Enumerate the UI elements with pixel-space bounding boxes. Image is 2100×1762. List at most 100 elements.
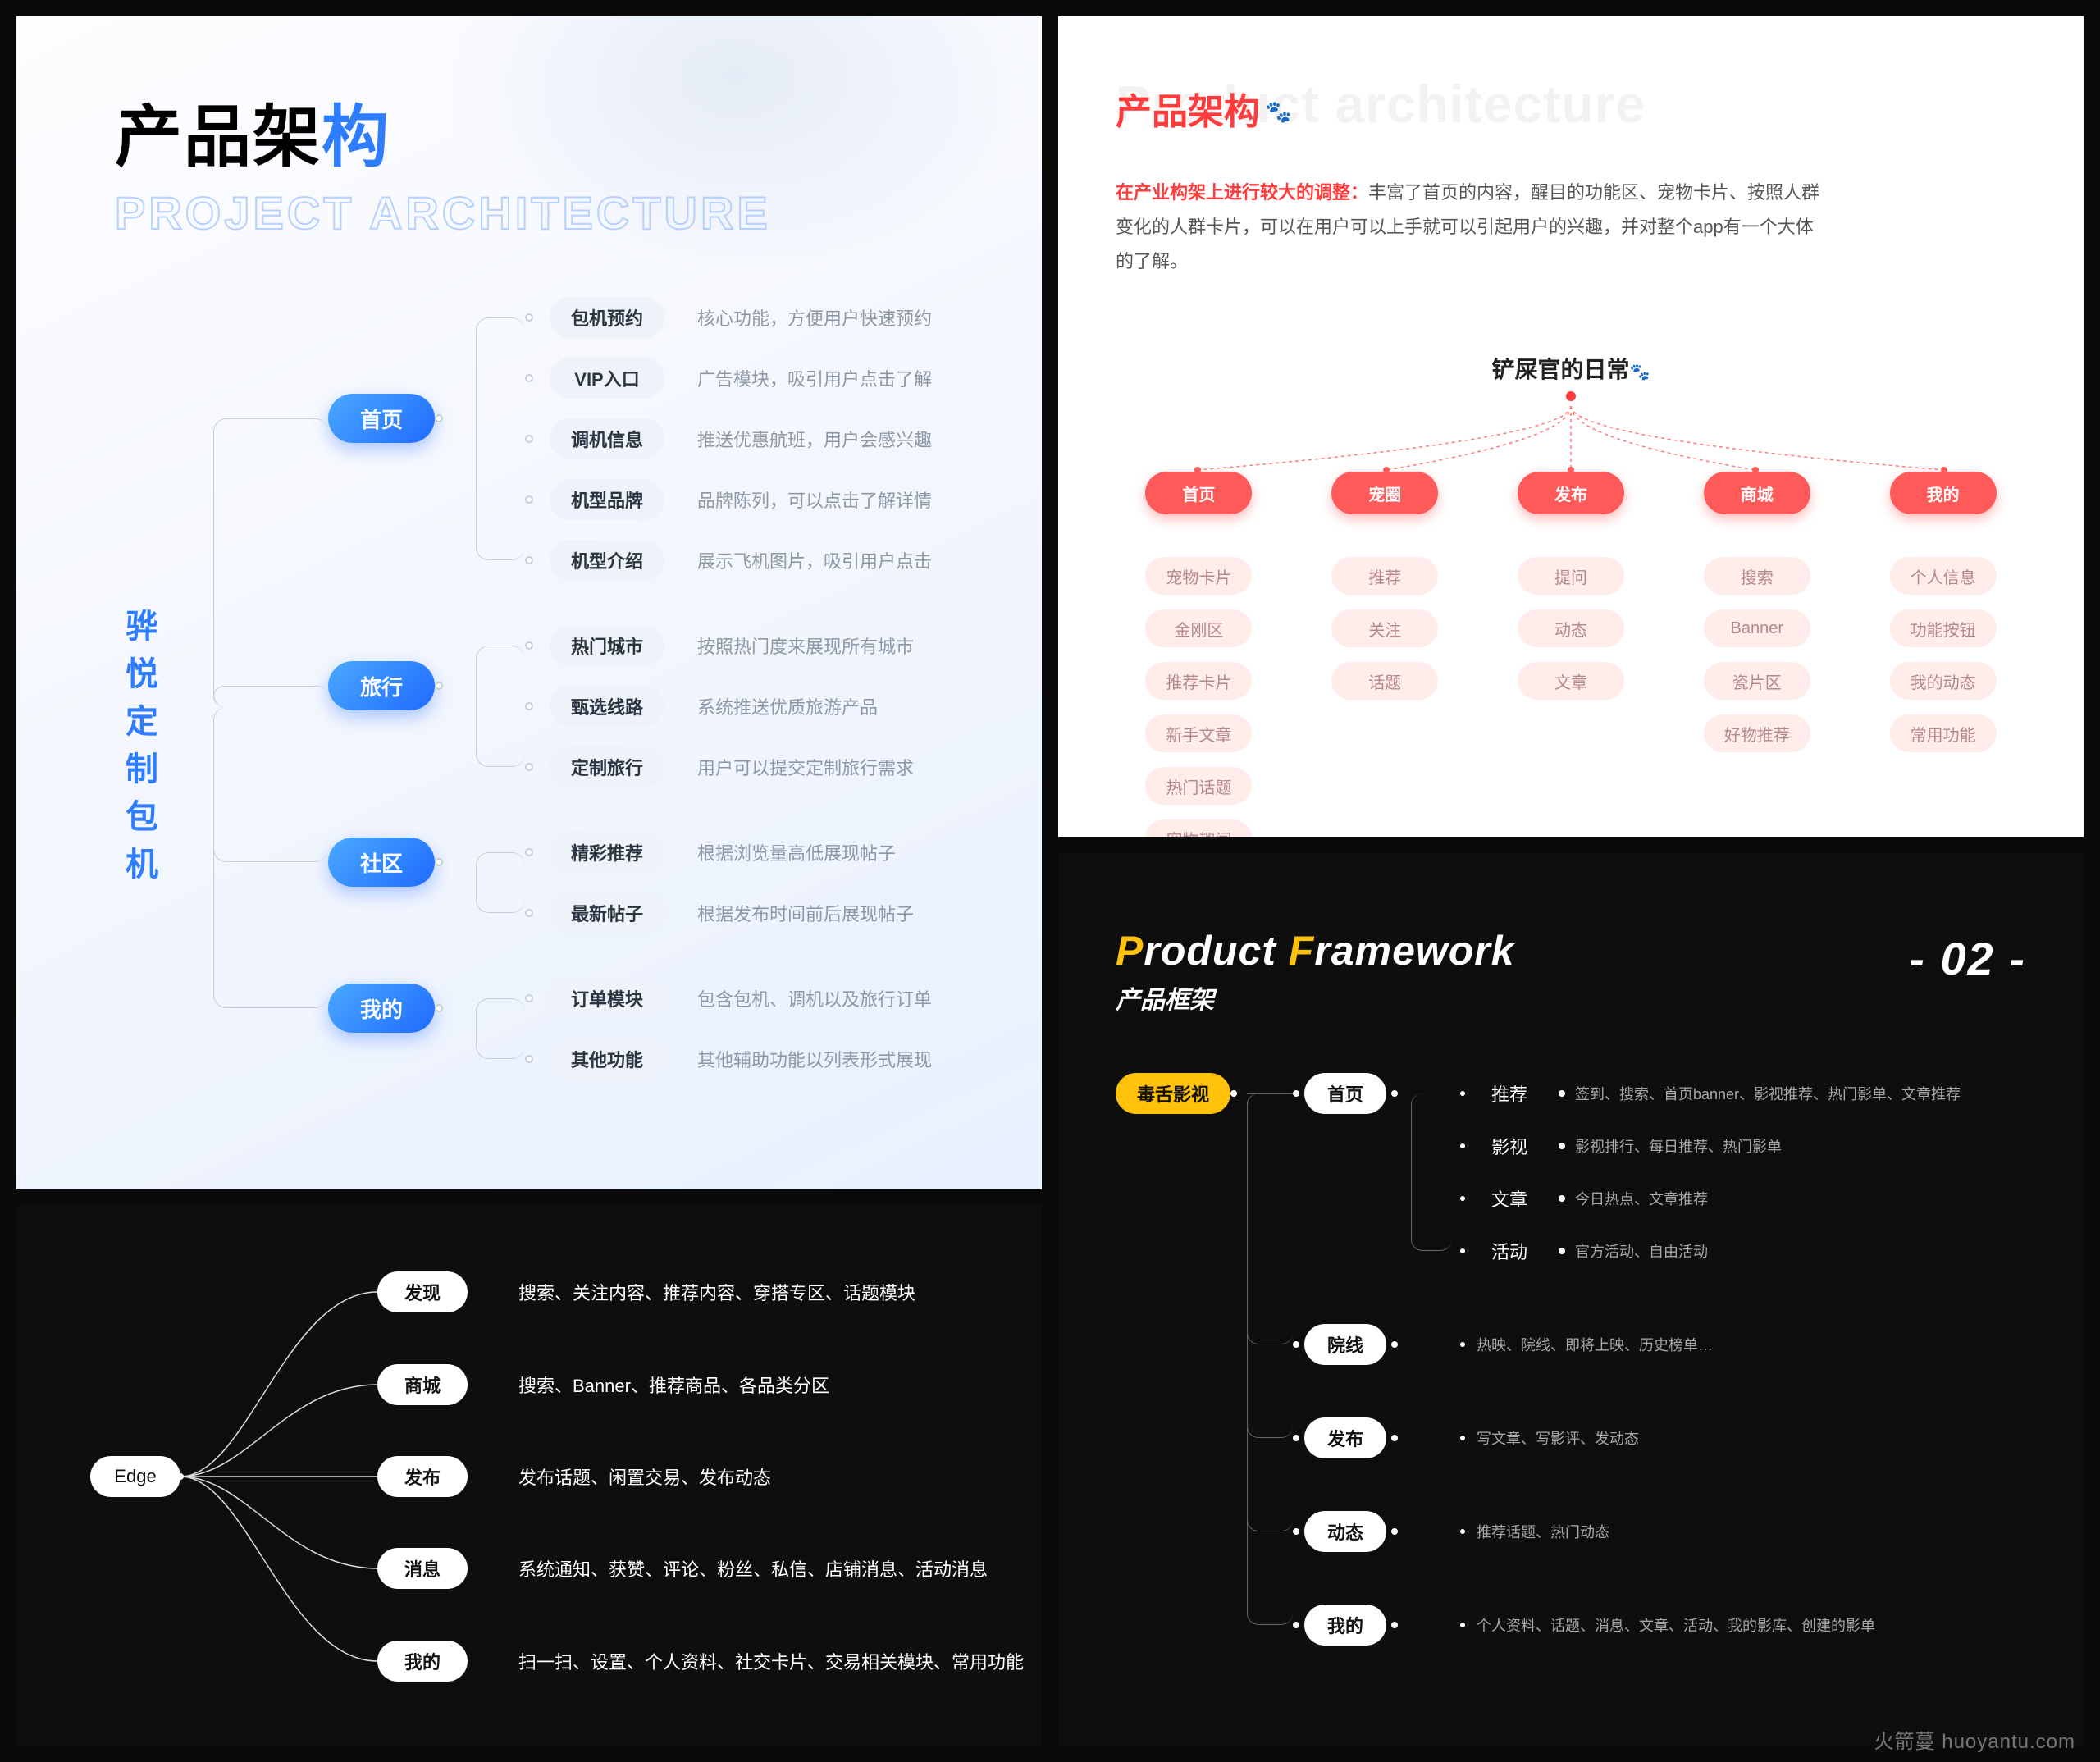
dot-icon xyxy=(1391,1435,1398,1441)
dot-icon xyxy=(435,414,443,422)
q1-leaf: 机型介绍 xyxy=(550,540,664,581)
q1-leaf-desc: 用户可以提交定制旅行需求 xyxy=(697,746,914,787)
wire xyxy=(1411,1093,1452,1251)
dot-icon xyxy=(525,313,533,322)
q4-title-y2: F xyxy=(1289,928,1315,974)
wire xyxy=(476,317,525,560)
q2-col-item: 推荐卡片 xyxy=(1145,662,1252,700)
q1-leaf: 最新帖子 xyxy=(550,892,664,933)
q4-leaf: 活动 xyxy=(1470,1230,1549,1271)
q2-col-item: 推荐 xyxy=(1331,557,1438,595)
q2-col-item: 常用功能 xyxy=(1890,714,1997,752)
q2-column: 发布提问动态文章 xyxy=(1488,472,1655,837)
q2-title: 产品架构🐾 xyxy=(1116,82,2026,135)
dot-icon xyxy=(525,848,533,856)
dot-icon xyxy=(435,858,443,866)
q3-category: 商城 xyxy=(377,1364,468,1405)
dot-icon xyxy=(1230,1090,1237,1097)
dot-icon xyxy=(525,994,533,1002)
q1-leaf-desc: 根据发布时间前后展现帖子 xyxy=(697,892,914,933)
q2-col-item: 话题 xyxy=(1331,662,1438,700)
panel-black-framework: Product Framework 产品框架 - 02 - 毒舌影视 首页推荐签… xyxy=(1058,853,2084,1746)
q1-leaf-desc: 包含包机、调机以及旅行订单 xyxy=(697,978,932,1019)
q4-desc: 影视排行、每日推荐、热门影单 xyxy=(1575,1125,1782,1166)
q4-subtitle: 产品框架 xyxy=(1116,979,2026,1016)
dot-icon xyxy=(1391,1622,1398,1628)
q2-col-item: 个人信息 xyxy=(1890,557,1997,595)
dot-icon xyxy=(1391,1090,1398,1097)
bullet-icon xyxy=(1460,1248,1465,1253)
q3-desc: 搜索、关注内容、推荐内容、穿搭专区、话题模块 xyxy=(518,1271,915,1312)
q3-connectors xyxy=(172,1271,386,1682)
q1-leaf: 定制旅行 xyxy=(550,746,664,787)
q2-fan-lines xyxy=(1116,406,2026,472)
wire xyxy=(476,852,525,913)
q2-columns: 首页宠物卡片金刚区推荐卡片新手文章热门话题宠物趣闻宠圈推荐关注话题发布提问动态文… xyxy=(1116,472,2026,837)
dot-icon xyxy=(1391,1528,1398,1535)
q4-category: 发布 xyxy=(1304,1417,1386,1458)
q3-desc: 系统通知、获赞、评论、粉丝、私信、店铺消息、活动消息 xyxy=(518,1548,988,1589)
q2-col-item: 宠物卡片 xyxy=(1145,557,1252,595)
dot-icon xyxy=(1293,1341,1299,1348)
q3-category: 我的 xyxy=(377,1641,468,1682)
q2-paragraph: 在产业构架上进行较大的调整：丰富了首页的内容，醒目的功能区、宠物卡片、按照人群变… xyxy=(1116,176,1821,278)
q4-desc: 官方活动、自由活动 xyxy=(1575,1230,1708,1271)
q1-title-blue: 构 xyxy=(322,100,390,175)
dot-icon xyxy=(525,641,533,650)
q3-desc: 搜索、Banner、推荐商品、各品类分区 xyxy=(518,1364,829,1405)
q2-title-text: 产品架构 xyxy=(1116,92,1260,132)
q1-leaf: 其他功能 xyxy=(550,1038,664,1080)
dot-icon xyxy=(1293,1435,1299,1441)
q2-col-item: 热门话题 xyxy=(1145,767,1252,805)
bullet-icon xyxy=(1460,1196,1465,1201)
dot-icon xyxy=(1559,1248,1565,1254)
q2-col-head: 首页 xyxy=(1145,472,1252,514)
q2-col-head: 宠圈 xyxy=(1331,472,1438,514)
q4-number: - 02 - xyxy=(1909,932,2026,985)
q2-para-emphasis: 在产业构架上进行较大的调整： xyxy=(1116,182,1368,203)
q4-leaf: 文章 xyxy=(1470,1178,1549,1219)
q1-title-black: 产品架 xyxy=(115,100,322,175)
q2-root: 铲屎官的日常🐾 xyxy=(1116,352,2026,401)
q1-leaf-desc: 展示飞机图片，吸引用户点击 xyxy=(697,540,932,581)
q3-root: Edge xyxy=(90,1456,180,1497)
q2-column: 宠圈推荐关注话题 xyxy=(1302,472,1468,837)
q4-category: 首页 xyxy=(1304,1073,1386,1114)
q2-col-item: 好物推荐 xyxy=(1704,714,1810,752)
q1-leaf: 包机预约 xyxy=(550,297,664,338)
wire xyxy=(476,998,525,1059)
q1-leaf-desc: 核心功能，方便用户快速预约 xyxy=(697,297,932,338)
q1-leaf-desc: 品牌陈列，可以点击了解详情 xyxy=(697,479,932,520)
q1-leaf: 机型品牌 xyxy=(550,479,664,520)
q1-root: 骅悦定制包机 xyxy=(115,609,162,894)
q4-desc: 写文章、写影评、发动态 xyxy=(1477,1417,1639,1458)
bullet-icon xyxy=(1460,1436,1465,1440)
bullet-icon xyxy=(1460,1091,1465,1096)
q1-category: 我的 xyxy=(328,984,435,1033)
dot-icon xyxy=(1293,1622,1299,1628)
q1-leaf-desc: 系统推送优质旅游产品 xyxy=(697,686,878,727)
q4-title: Product Framework xyxy=(1116,927,2026,975)
dot-icon xyxy=(525,909,533,917)
q2-col-head: 商城 xyxy=(1704,472,1810,514)
bullet-icon xyxy=(1460,1529,1465,1534)
q1-leaf: VIP入口 xyxy=(550,358,664,399)
q3-category: 发布 xyxy=(377,1456,468,1497)
q2-col-item: 宠物趣闻 xyxy=(1145,819,1252,837)
q2-column: 我的个人信息功能按钮我的动态常用功能 xyxy=(1860,472,2026,837)
bullet-icon xyxy=(1460,1143,1465,1148)
q4-title-m1: roduct xyxy=(1144,928,1288,974)
q1-category: 首页 xyxy=(328,394,435,443)
q4-title-m2: ramework xyxy=(1314,928,1514,974)
wire xyxy=(213,686,328,707)
panel-black-edge: Edge 发现搜索、关注内容、推荐内容、穿搭专区、话题模块商城搜索、Banner… xyxy=(16,1206,1042,1746)
q4-root: 毒舌影视 xyxy=(1116,1073,1230,1114)
q1-leaf-desc: 按照热门度来展现所有城市 xyxy=(697,625,914,666)
q4-category: 院线 xyxy=(1304,1324,1386,1365)
q2-col-head: 我的 xyxy=(1890,472,1997,514)
q1-leaf: 甄选线路 xyxy=(550,686,664,727)
q4-category: 我的 xyxy=(1304,1605,1386,1646)
dot-icon xyxy=(1293,1090,1299,1097)
q3-desc: 扫一扫、设置、个人资料、社交卡片、交易相关模块、常用功能 xyxy=(518,1641,1024,1682)
dot-icon xyxy=(1566,391,1576,401)
